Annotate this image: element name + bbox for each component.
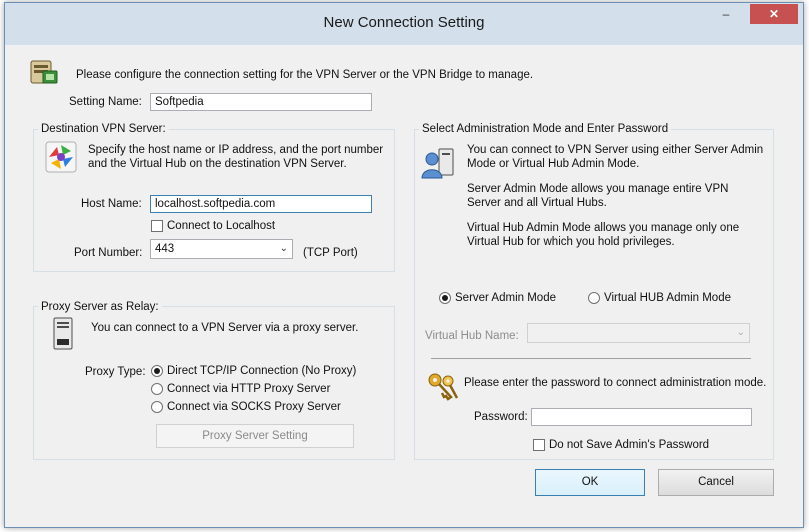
admin-desc-p3-line1: Virtual Hub Admin Mode allows you manage…	[467, 222, 740, 234]
no-save-password-label[interactable]: Do not Save Admin's Password	[549, 439, 709, 451]
no-save-password-checkbox[interactable]	[533, 439, 545, 451]
port-number-select[interactable]: 443 ⌄	[150, 239, 293, 259]
radio-server-admin-mode[interactable]	[439, 292, 451, 304]
admin-desc-p3-line2: Virtual Hub for which you hold privilege…	[467, 236, 675, 248]
proxy-type-label: Proxy Type:	[85, 366, 146, 378]
admin-separator	[431, 358, 751, 359]
admin-mode-group-title: Select Administration Mode and Enter Pas…	[419, 123, 672, 135]
intro-text: Please configure the connection setting …	[76, 69, 534, 81]
port-number-value: 443	[155, 243, 175, 255]
admin-desc-p1-line1: You can connect to VPN Server using eith…	[467, 144, 764, 156]
proxy-server-setting-button[interactable]: Proxy Server Setting	[156, 424, 354, 448]
radio-http-proxy[interactable]	[151, 383, 163, 395]
proxy-group-title: Proxy Server as Relay:	[38, 301, 162, 313]
port-suffix: (TCP Port)	[303, 247, 358, 259]
ok-button[interactable]: OK	[535, 469, 645, 496]
keys-icon	[426, 371, 460, 403]
close-button[interactable]: ✕	[750, 4, 798, 24]
admin-user-icon	[421, 145, 455, 179]
dialog-window: New Connection Setting – ✕ Please config…	[4, 2, 804, 528]
password-prompt: Please enter the password to connect adm…	[464, 377, 767, 389]
password-input[interactable]	[531, 408, 752, 426]
destination-desc-line2: and the Virtual Hub on the destination V…	[88, 158, 347, 170]
virtual-hub-name-select[interactable]: ⌄	[527, 323, 750, 343]
host-name-input[interactable]: localhost.softpedia.com	[150, 195, 372, 213]
setting-name-input[interactable]: Softpedia	[150, 93, 372, 111]
minimize-button[interactable]: –	[713, 4, 739, 24]
host-name-label: Host Name:	[81, 198, 142, 210]
radio-direct-connection-label[interactable]: Direct TCP/IP Connection (No Proxy)	[167, 365, 356, 377]
title-bar[interactable]: New Connection Setting – ✕	[5, 3, 803, 45]
chevron-down-icon: ⌄	[736, 327, 745, 338]
server-config-icon	[27, 55, 59, 87]
password-label: Password:	[474, 411, 528, 423]
admin-desc-p2-line1: Server Admin Mode allows you manage enti…	[467, 183, 729, 195]
chevron-down-icon: ⌄	[279, 243, 288, 254]
port-number-label: Port Number:	[74, 247, 143, 259]
connect-localhost-label[interactable]: Connect to Localhost	[167, 220, 275, 232]
connect-localhost-checkbox[interactable]	[151, 220, 163, 232]
radio-socks-proxy[interactable]	[151, 401, 163, 413]
cancel-button[interactable]: Cancel	[658, 469, 774, 496]
admin-desc-p2-line2: Server and all Virtual Hubs.	[467, 197, 607, 209]
setting-name-label: Setting Name:	[69, 96, 142, 108]
radio-http-proxy-label[interactable]: Connect via HTTP Proxy Server	[167, 383, 330, 395]
vpn-logo-icon	[45, 141, 77, 173]
admin-desc-p1-line2: Mode or Virtual Hub Admin Mode.	[467, 158, 640, 170]
proxy-desc: You can connect to a VPN Server via a pr…	[91, 322, 359, 334]
destination-group-title: Destination VPN Server:	[38, 123, 169, 135]
radio-direct-connection[interactable]	[151, 365, 163, 377]
virtual-hub-name-label: Virtual Hub Name:	[425, 330, 519, 342]
dialog-client-area: Please configure the connection setting …	[13, 45, 795, 521]
radio-server-admin-mode-label[interactable]: Server Admin Mode	[455, 292, 556, 304]
radio-socks-proxy-label[interactable]: Connect via SOCKS Proxy Server	[167, 401, 341, 413]
window-title: New Connection Setting	[323, 14, 485, 31]
destination-desc-line1: Specify the host name or IP address, and…	[88, 144, 384, 156]
radio-hub-admin-mode-label[interactable]: Virtual HUB Admin Mode	[604, 292, 731, 304]
radio-hub-admin-mode[interactable]	[588, 292, 600, 304]
computer-tower-icon	[51, 317, 75, 351]
